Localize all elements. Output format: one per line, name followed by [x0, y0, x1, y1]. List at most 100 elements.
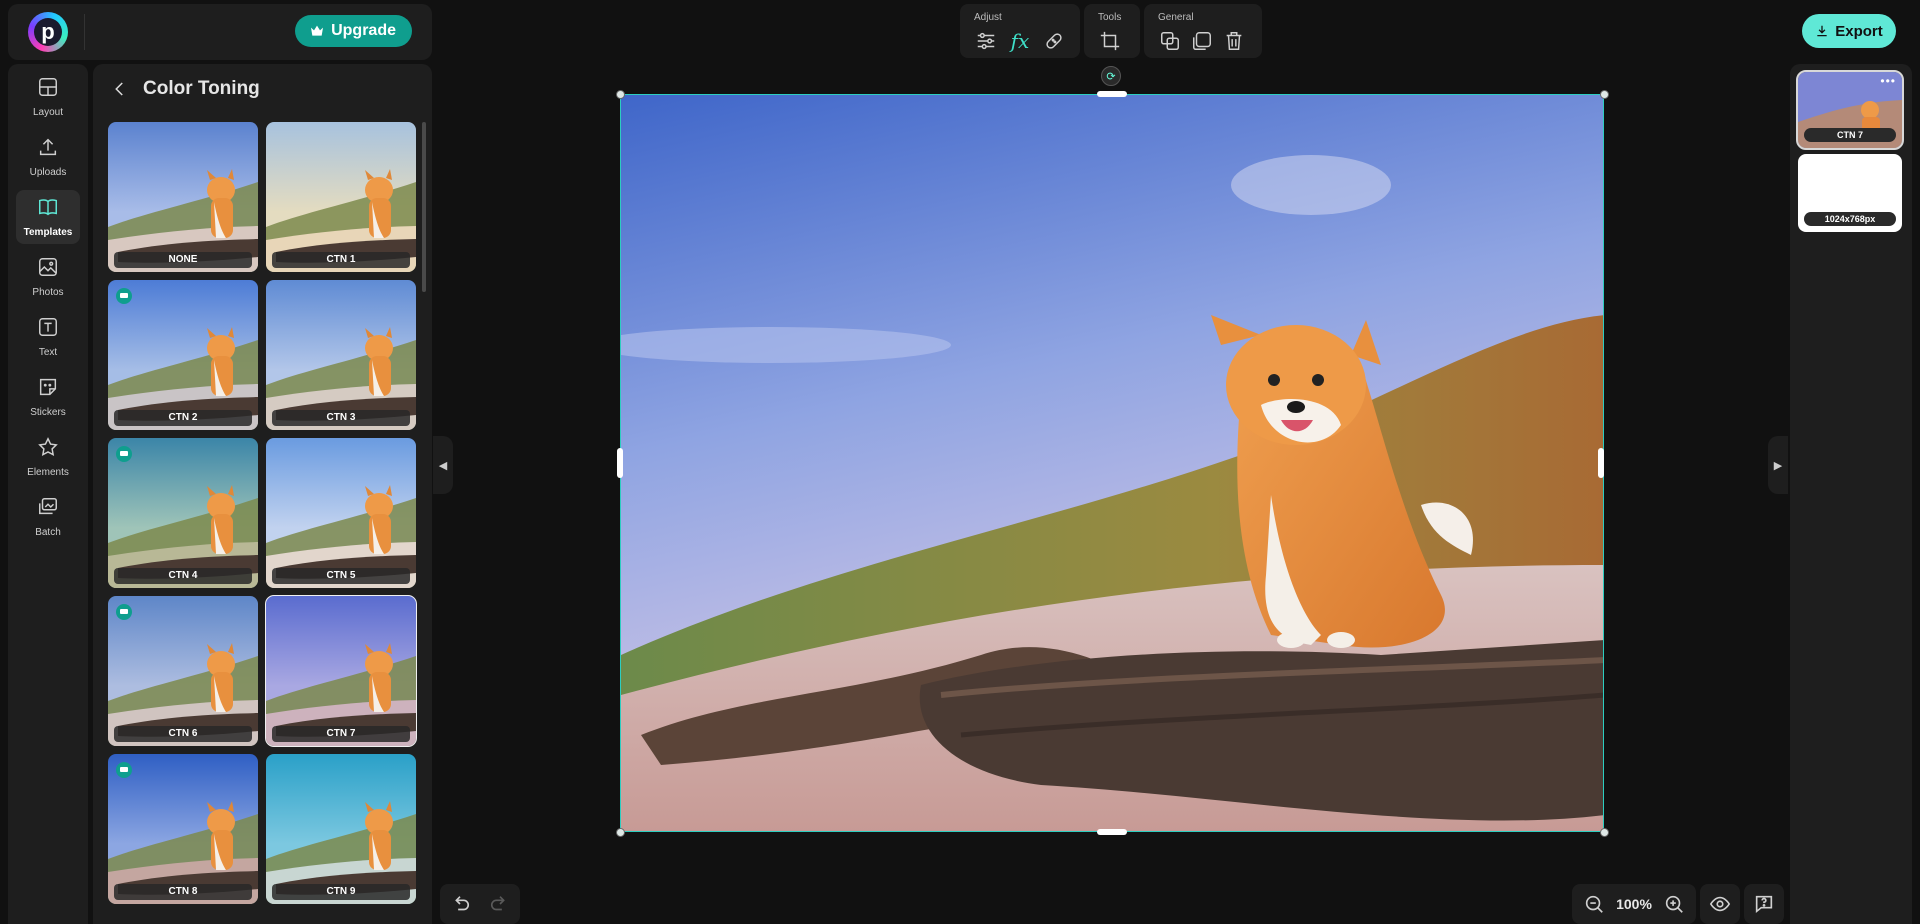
- crop-icon[interactable]: [1098, 29, 1122, 53]
- help-button[interactable]: [1744, 884, 1784, 924]
- filter-thumb-ctn-9[interactable]: CTN 9: [266, 754, 416, 904]
- resize-handle-ne[interactable]: [1600, 90, 1609, 99]
- rail-item-templates[interactable]: Templates: [16, 190, 80, 244]
- duplicate-icon[interactable]: [1158, 29, 1182, 53]
- layer-thumbnail[interactable]: ••• CTN 7: [1796, 70, 1904, 150]
- general-label: General: [1158, 12, 1194, 23]
- resize-handle-s[interactable]: [1097, 829, 1127, 835]
- rail-item-batch[interactable]: Batch: [16, 490, 80, 544]
- text-icon: [37, 316, 59, 343]
- collapse-right-panel[interactable]: ▶: [1768, 436, 1788, 494]
- book-icon: [37, 196, 59, 223]
- zoom-level: 100%: [1616, 896, 1652, 912]
- bandage-icon[interactable]: [1042, 29, 1066, 53]
- copy-icon[interactable]: [1190, 29, 1214, 53]
- panel-title: Color Toning: [143, 78, 260, 99]
- filter-preview-image: [108, 754, 258, 904]
- canvas-image[interactable]: [620, 94, 1604, 832]
- resize-handle-nw[interactable]: [616, 90, 625, 99]
- tools-label: Tools: [1098, 12, 1122, 23]
- tools-group: Tools: [1084, 4, 1140, 58]
- adjust-group: Adjust fx: [960, 4, 1080, 58]
- filter-label: CTN 3: [272, 410, 410, 426]
- premium-badge-icon: [116, 604, 132, 620]
- star-icon: [37, 436, 59, 463]
- image-icon: [37, 256, 59, 283]
- filter-thumb-none[interactable]: NONE: [108, 122, 258, 272]
- caret-right-icon: ▶: [1773, 459, 1783, 472]
- rail-item-elements[interactable]: Elements: [16, 430, 80, 484]
- resize-handle-n[interactable]: [1097, 91, 1127, 97]
- rail-item-uploads[interactable]: Uploads: [16, 130, 80, 184]
- filter-label: CTN 7: [272, 726, 410, 742]
- fx-icon[interactable]: fx: [1008, 29, 1032, 53]
- redo-icon[interactable]: [488, 892, 512, 916]
- zoom-out-icon[interactable]: [1582, 892, 1606, 916]
- rail-label: Uploads: [29, 167, 67, 178]
- filter-thumb-ctn-4[interactable]: CTN 4: [108, 438, 258, 588]
- layout-icon: [37, 76, 59, 103]
- rail-item-layout[interactable]: Layout: [16, 70, 80, 124]
- export-button[interactable]: Export: [1802, 14, 1896, 48]
- rail-item-text[interactable]: Text: [16, 310, 80, 364]
- filter-label: CTN 8: [114, 884, 252, 900]
- filter-preview-image: [108, 122, 258, 272]
- filter-preview-image: [266, 122, 416, 272]
- rail-item-stickers[interactable]: Stickers: [16, 370, 80, 424]
- color-toning-panel: Color Toning NONE CTN 1 CTN 2 CTN 3 CTN 4 CTN…: [93, 64, 432, 924]
- page-size-label: 1024x768px: [1804, 212, 1896, 226]
- rail-label: Batch: [35, 527, 61, 538]
- rail-label: Layout: [32, 107, 64, 118]
- rotate-handle[interactable]: ⟳: [1101, 66, 1121, 86]
- filter-preview-image: [266, 596, 416, 746]
- back-arrow-icon[interactable]: [111, 80, 129, 98]
- filter-thumb-ctn-2[interactable]: CTN 2: [108, 280, 258, 430]
- app-logo[interactable]: p: [28, 12, 68, 52]
- editor-app: p Upgrade Adjust fx Tools General Export…: [0, 0, 1920, 924]
- crown-icon: [309, 23, 325, 39]
- filter-preview-image: [266, 280, 416, 430]
- trash-icon[interactable]: [1222, 29, 1246, 53]
- divider: [84, 14, 85, 50]
- filter-thumb-ctn-7[interactable]: CTN 7: [265, 595, 417, 747]
- panel-header: Color Toning: [111, 78, 260, 100]
- filter-thumb-ctn-6[interactable]: CTN 6: [108, 596, 258, 746]
- collapse-left-panel[interactable]: ◀: [433, 436, 453, 494]
- batch-icon: [37, 496, 59, 523]
- corgi-beach-photo: [621, 95, 1603, 831]
- layer-label: CTN 7: [1804, 128, 1896, 142]
- filter-thumb-ctn-8[interactable]: CTN 8: [108, 754, 258, 904]
- rail-label: Stickers: [30, 407, 66, 418]
- resize-handle-sw[interactable]: [616, 828, 625, 837]
- sliders-icon[interactable]: [974, 29, 998, 53]
- filter-label: CTN 2: [114, 410, 252, 426]
- filter-thumb-ctn-1[interactable]: CTN 1: [266, 122, 416, 272]
- rail-item-photos[interactable]: Photos: [16, 250, 80, 304]
- logo-letter: p: [41, 19, 55, 44]
- filter-label: CTN 6: [114, 726, 252, 742]
- preview-button[interactable]: [1700, 884, 1740, 924]
- resize-handle-w[interactable]: [617, 448, 623, 478]
- resize-handle-se[interactable]: [1600, 828, 1609, 837]
- rail-label: Elements: [27, 467, 69, 478]
- more-options-icon[interactable]: •••: [1880, 74, 1896, 88]
- help-chat-icon: [1752, 892, 1776, 916]
- undo-icon[interactable]: [448, 892, 472, 916]
- panel-scrollbar[interactable]: [422, 122, 426, 292]
- filter-label: CTN 1: [272, 252, 410, 268]
- upgrade-label: Upgrade: [331, 22, 396, 39]
- filter-label: CTN 9: [272, 884, 410, 900]
- left-rail: Layout Uploads Templates Photos Text Sti…: [8, 64, 88, 924]
- upload-icon: [37, 136, 59, 163]
- filter-thumb-ctn-3[interactable]: CTN 3: [266, 280, 416, 430]
- brand-bar: p Upgrade: [8, 4, 432, 60]
- page-thumbnail[interactable]: 1024x768px: [1798, 154, 1902, 232]
- zoom-in-icon[interactable]: [1662, 892, 1686, 916]
- filter-preview-image: [266, 754, 416, 904]
- adjust-label: Adjust: [974, 12, 1002, 23]
- resize-handle-e[interactable]: [1598, 448, 1604, 478]
- premium-badge-icon: [116, 446, 132, 462]
- download-icon: [1815, 24, 1829, 38]
- filter-thumb-ctn-5[interactable]: CTN 5: [266, 438, 416, 588]
- upgrade-button[interactable]: Upgrade: [295, 15, 412, 47]
